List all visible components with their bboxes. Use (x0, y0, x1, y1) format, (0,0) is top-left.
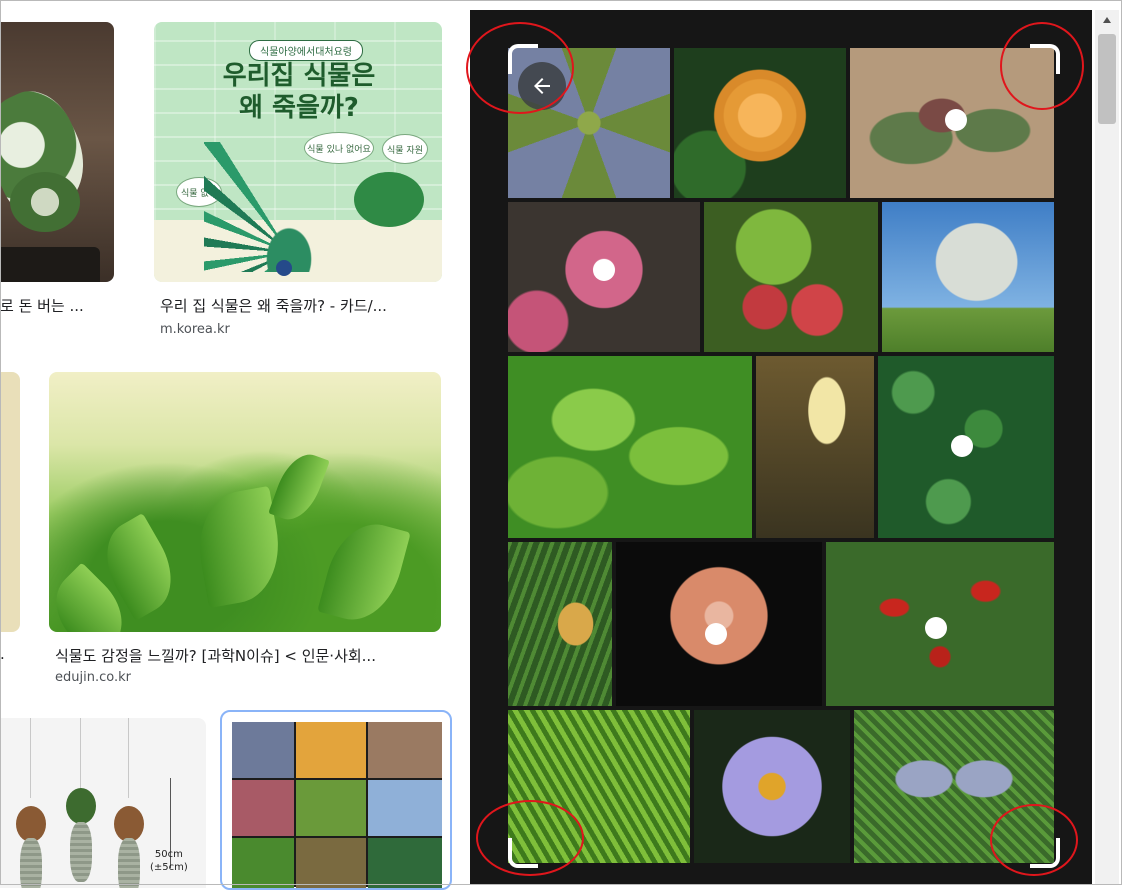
clover-photo (878, 356, 1054, 538)
government-emblem-icon (276, 260, 292, 276)
orchid-photo (616, 542, 822, 706)
pagination-dot (593, 259, 615, 281)
monstera-illustration (354, 172, 424, 227)
rose-photo (674, 48, 846, 198)
pagination-dot (705, 623, 727, 645)
result-thumbnail-air-plants[interactable]: 50cm (±5cm) (0, 718, 206, 888)
kokedama-ball (16, 806, 46, 842)
result-title[interactable]: 로 돈 버는 ... (0, 295, 120, 316)
pagination-dot (945, 109, 967, 131)
leaf-shape (268, 447, 330, 527)
result-title[interactable]: 우리 집 식물은 왜 죽을까? - 카드/... (160, 295, 442, 316)
result-domain[interactable]: edujin.co.kr (55, 670, 131, 685)
scroll-thumb[interactable] (1098, 34, 1116, 124)
result-thumbnail-selected[interactable] (220, 710, 452, 890)
cycad-photo (508, 542, 612, 706)
ginkgo-photo (508, 356, 752, 538)
result-domain[interactable]: m.korea.kr (160, 322, 230, 337)
moss-strand (20, 838, 42, 888)
leaf-shape (317, 514, 411, 630)
scroll-up-button[interactable] (1095, 10, 1119, 30)
red-flowers-photo (826, 542, 1054, 706)
pagination-dot (925, 617, 947, 639)
leaf-shape (10, 172, 80, 232)
willow-catkin-photo (756, 356, 874, 538)
poster-tag: 식물아양에서대처요령 (249, 40, 363, 61)
result-thumbnail-poster[interactable]: 식물아양에서대처요령 우리집 식물은 왜 죽을까? 식물 없니 식물 있나 없어… (154, 22, 442, 282)
moss-strand (118, 838, 140, 888)
annotation-circle (1000, 22, 1084, 110)
vertical-scrollbar[interactable] (1095, 10, 1119, 885)
kokedama-ball (66, 788, 96, 824)
annotation-circle (466, 22, 574, 114)
pagination-dot (951, 435, 973, 457)
result-title[interactable]: . (0, 645, 14, 663)
raspberry-photo (704, 202, 878, 352)
moss-strand (70, 822, 92, 882)
poster-headline: 우리집 식물은 왜 죽을까? (222, 61, 376, 123)
annotation-circle (476, 800, 584, 876)
pot-shape (0, 247, 100, 282)
sundew-photo (508, 202, 700, 352)
tree-photo (882, 202, 1054, 352)
triangle-up-icon (1103, 17, 1111, 23)
aster-photo (694, 710, 850, 863)
hanging-wire (30, 718, 31, 798)
hanging-wire (128, 718, 129, 798)
result-thumbnail-tea-leaves[interactable] (49, 372, 441, 632)
result-thumbnail-plant[interactable] (0, 22, 114, 282)
annotation-circle (990, 804, 1078, 876)
size-label: 50cm (±5cm) (150, 849, 188, 873)
mosaic-preview (232, 722, 442, 888)
palm-illustration (204, 142, 374, 272)
result-thumbnail-partial[interactable] (0, 372, 20, 632)
speech-bubble: 식물 자원 (382, 134, 428, 164)
result-title[interactable]: 식물도 감정을 느낄까? [과학N이슈] < 인문·사회... (55, 645, 441, 666)
plant-mosaic-image[interactable] (508, 48, 1054, 863)
hanging-wire (80, 718, 81, 798)
kokedama-ball (114, 806, 144, 842)
